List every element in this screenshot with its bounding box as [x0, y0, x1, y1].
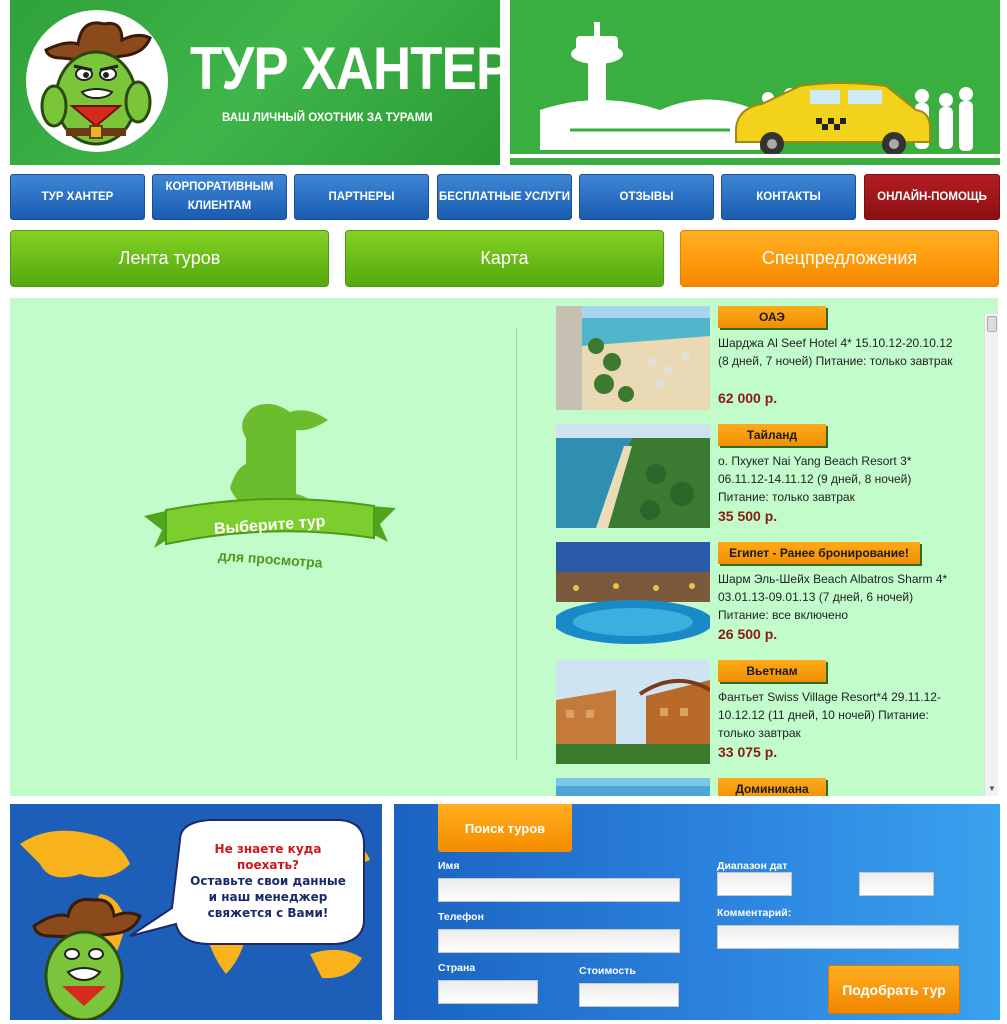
- comment-label: Комментарий:: [717, 907, 792, 919]
- country-field[interactable]: [438, 980, 538, 1004]
- brand-subtitle: ВАШ ЛИЧНЫЙ ОХОТНИК ЗА ТУРАМИ: [222, 112, 433, 124]
- cowboy-cactus-logo[interactable]: [26, 10, 168, 152]
- promo-line: свяжется с Вами!: [207, 906, 329, 920]
- tour-viewer-placeholder: Выберите тур для просмотра: [140, 398, 400, 598]
- tour-description[interactable]: о. Пхукет Nai Yang Beach Resort 3* 06.11…: [718, 452, 958, 506]
- promo-line: Оставьте свои данные: [190, 874, 346, 888]
- nav-reviews[interactable]: ОТЗЫВЫ: [579, 174, 714, 220]
- header-banner-illustration: [510, 0, 1000, 165]
- phone-field[interactable]: [438, 929, 680, 953]
- tour-country-badge[interactable]: ОАЭ: [718, 306, 826, 328]
- scroll-down-icon[interactable]: ▼: [985, 782, 999, 796]
- tour-price: 26 500 р.: [718, 626, 778, 642]
- main-nav: ТУР ХАНТЕР КОРПОРАТИВНЫМ КЛИЕНТАМ ПАРТНЕ…: [10, 174, 1000, 220]
- tour-photo-beach[interactable]: [556, 306, 710, 410]
- tour-description[interactable]: Шарм Эль-Шейх Beach Albatros Sharm 4* 03…: [718, 570, 958, 624]
- tour-photo-resort[interactable]: [556, 660, 710, 764]
- date-from-field[interactable]: [717, 872, 792, 896]
- tour-list[interactable]: ОАЭ Шарджа Al Seef Hotel 4* 15.10.12-20.…: [556, 306, 984, 796]
- tour-photo-palms[interactable]: [556, 778, 710, 796]
- scroll-thumb[interactable]: [987, 316, 997, 332]
- tab-map[interactable]: Карта: [345, 230, 664, 287]
- tour-country-badge[interactable]: Вьетнам: [718, 660, 826, 682]
- page: ТУР ХАНТЕР ВАШ ЛИЧНЫЙ ОХОТНИК ЗА ТУРАМИ: [0, 0, 1007, 1024]
- promo-banner[interactable]: Не знаете куда поехать? Оставьте свои да…: [10, 804, 382, 1020]
- country-label: Страна: [438, 962, 476, 974]
- tour-price: 62 000 р.: [718, 390, 778, 406]
- date-to-field[interactable]: [859, 872, 934, 896]
- panel-divider: [516, 328, 517, 760]
- tour-description[interactable]: Шарджа Al Seef Hotel 4* 15.10.12-20.10.1…: [718, 334, 958, 370]
- tour-country-badge[interactable]: Египет - Ранее бронирование!: [718, 542, 920, 564]
- brand-title: ТУР ХАНТЕР: [190, 35, 500, 102]
- tour-search-form: Поиск туров Имя Телефон Страна Стоимость…: [394, 804, 1000, 1020]
- date-range-label: Диапазон дат: [717, 860, 788, 872]
- promo-line: и наш менеджер: [208, 890, 328, 904]
- phone-label: Телефон: [438, 911, 484, 923]
- find-tour-button[interactable]: Подобрать тур: [828, 965, 960, 1014]
- name-field[interactable]: [438, 878, 680, 902]
- tour-description[interactable]: Фантьет Swiss Village Resort*4 29.11.12-…: [718, 688, 958, 742]
- nav-online-help[interactable]: ОНЛАЙН-ПОМОЩЬ: [864, 174, 1000, 220]
- tour-price: 33 075 р.: [718, 744, 778, 760]
- search-tours-tab[interactable]: Поиск туров: [438, 804, 572, 852]
- tour-item-dominican[interactable]: Доминикана: [556, 778, 984, 796]
- cost-field[interactable]: [579, 983, 679, 1007]
- tour-item-uae[interactable]: ОАЭ Шарджа Al Seef Hotel 4* 15.10.12-20.…: [556, 306, 984, 412]
- tour-country-badge[interactable]: Тайланд: [718, 424, 826, 446]
- nav-corporate-clients[interactable]: КОРПОРАТИВНЫМ КЛИЕНТАМ: [152, 174, 287, 220]
- tour-panel: Выберите тур для просмотра ОАЭ Шарджа Al…: [10, 298, 998, 796]
- nav-tour-hunter[interactable]: ТУР ХАНТЕР: [10, 174, 145, 220]
- tour-photo-coast[interactable]: [556, 424, 710, 528]
- nav-contacts[interactable]: КОНТАКТЫ: [721, 174, 856, 220]
- tour-item-egypt[interactable]: Египет - Ранее бронирование! Шарм Эль-Ше…: [556, 542, 984, 648]
- nav-free-services[interactable]: БЕСПЛАТНЫЕ УСЛУГИ: [437, 174, 572, 220]
- header-brand[interactable]: ТУР ХАНТЕР ВАШ ЛИЧНЫЙ ОХОТНИК ЗА ТУРАМИ: [10, 0, 500, 165]
- promo-bubble-text: Не знаете куда поехать? Оставьте свои да…: [188, 841, 348, 921]
- tab-tour-feed[interactable]: Лента туров: [10, 230, 329, 287]
- cost-label: Стоимость: [579, 965, 636, 977]
- comment-field[interactable]: [717, 925, 959, 949]
- tour-price: 35 500 р.: [718, 508, 778, 524]
- tour-item-vietnam[interactable]: Вьетнам Фантьет Swiss Village Resort*4 2…: [556, 660, 984, 766]
- tour-photo-pool[interactable]: [556, 542, 710, 646]
- tour-list-scrollbar[interactable]: ▲ ▼: [984, 314, 998, 796]
- tab-special-offers[interactable]: Спецпредложения: [680, 230, 999, 287]
- tour-country-badge[interactable]: Доминикана: [718, 778, 826, 796]
- viewer-subtitle: для просмотра: [218, 547, 324, 570]
- name-label: Имя: [438, 860, 460, 872]
- nav-partners[interactable]: ПАРТНЕРЫ: [294, 174, 429, 220]
- tour-item-thailand[interactable]: Тайланд о. Пхукет Nai Yang Beach Resort …: [556, 424, 984, 530]
- promo-headline: Не знаете куда поехать?: [214, 842, 322, 872]
